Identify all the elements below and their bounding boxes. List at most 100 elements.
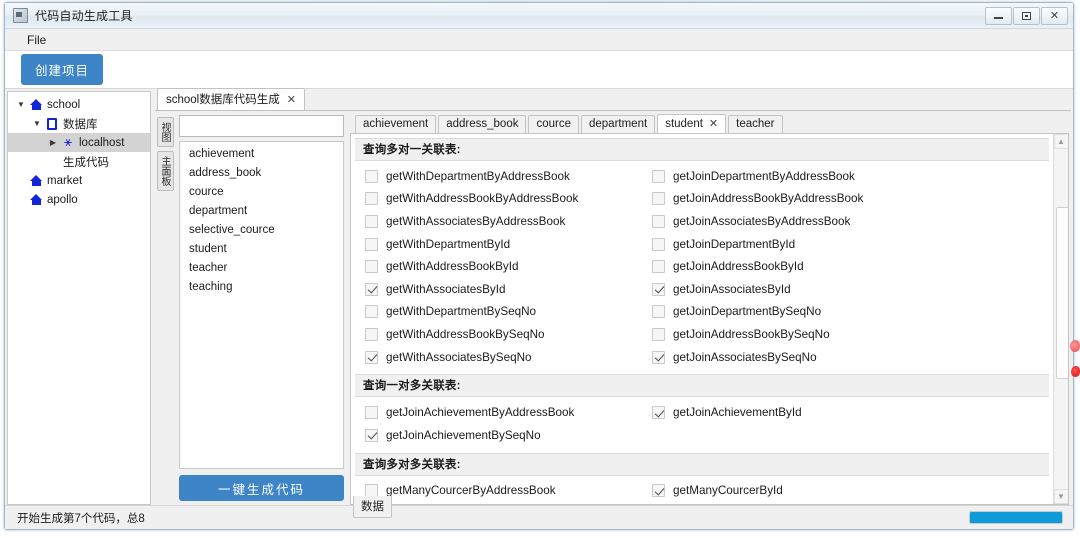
checkbox[interactable] (652, 237, 665, 251)
checkbox-row-getWithAssociatesById[interactable]: getWithAssociatesById (365, 278, 652, 301)
tab-teacher[interactable]: teacher (728, 115, 783, 133)
tab-label: address_book (446, 118, 519, 130)
close-icon[interactable]: ✕ (709, 117, 718, 130)
checkbox-label: getManyCourcerByAddressBook (386, 484, 556, 498)
checkbox-row-getWithAddressBookById[interactable]: getWithAddressBookById (365, 255, 652, 278)
vertical-tab-0[interactable]: 视图 (157, 117, 174, 147)
checkbox[interactable] (652, 260, 665, 274)
checkbox-row-getJoinAddressBookById[interactable]: getJoinAddressBookById (652, 255, 1053, 278)
checkbox-row-getManyCourcerById[interactable]: getManyCourcerById (652, 480, 1053, 503)
close-icon[interactable]: ✕ (287, 93, 296, 106)
checkbox-row-getJoinDepartmentBySeqNo[interactable]: getJoinDepartmentBySeqNo (652, 301, 1053, 324)
checkbox-row-getJoinAddressBookByAddressBook[interactable]: getJoinAddressBookByAddressBook (652, 188, 1053, 211)
menu-item-file[interactable]: File (19, 31, 54, 49)
table-search-input[interactable] (179, 115, 344, 137)
checkbox-row-getWithAssociatesByAddressBook[interactable]: getWithAssociatesByAddressBook (365, 210, 652, 233)
checkbox[interactable] (652, 214, 665, 228)
list-item[interactable]: teacher (180, 258, 343, 277)
maximize-icon (1022, 11, 1031, 20)
progress-bar-fill (970, 512, 1062, 523)
tab-cource[interactable]: cource (528, 115, 579, 133)
tree-item-localhost[interactable]: ▶ ⚹ localhost (8, 133, 150, 152)
list-item[interactable]: student (180, 239, 343, 258)
checkbox-grid: getWithDepartmentByAddressBook getJoinDep… (351, 165, 1053, 374)
tab-address_book[interactable]: address_book (438, 115, 527, 133)
checkbox-row-getJoinDepartmentByAddressBook[interactable]: getJoinDepartmentByAddressBook (652, 165, 1053, 188)
close-button[interactable]: ✕ (1041, 6, 1068, 25)
list-item[interactable]: department (180, 201, 343, 220)
checkbox-row-getWithAddressBookByAddressBook[interactable]: getWithAddressBookByAddressBook (365, 188, 652, 211)
tree-item-数据库[interactable]: ▼ 数据库 (8, 114, 150, 133)
checkbox[interactable] (365, 260, 378, 274)
checkbox[interactable] (365, 192, 378, 206)
checkbox-label: getWithAssociatesById (386, 282, 506, 296)
checkbox[interactable] (365, 350, 378, 364)
checkbox-row-getWithAddressBookBySeqNo[interactable]: getWithAddressBookBySeqNo (365, 323, 652, 346)
checkbox[interactable] (652, 169, 665, 183)
checkbox-row-getWithDepartmentBySeqNo[interactable]: getWithDepartmentBySeqNo (365, 301, 652, 324)
chevron-right-icon[interactable]: ▶ (46, 138, 60, 147)
checkbox-row-getWithDepartmentById[interactable]: getWithDepartmentById (365, 233, 652, 256)
method-vertical-scrollbar[interactable]: ▲ ▼ (1053, 134, 1068, 504)
checkbox[interactable] (652, 305, 665, 319)
list-item[interactable]: cource (180, 182, 343, 201)
tab-achievement[interactable]: achievement (355, 115, 437, 133)
scroll-up-icon[interactable]: ▲ (1053, 134, 1068, 149)
checkbox-row-getJoinDepartmentById[interactable]: getJoinDepartmentById (652, 233, 1053, 256)
bottom-tab-data[interactable]: 数据 (353, 496, 392, 518)
checkbox[interactable] (365, 214, 378, 228)
checkbox-label: getJoinAssociatesById (673, 282, 791, 296)
tree-item-apollo[interactable]: apollo (8, 190, 150, 209)
create-project-button[interactable]: 创建项目 (21, 54, 104, 85)
checkbox[interactable] (365, 327, 378, 341)
tree-item-label: 生成代码 (63, 156, 109, 169)
checkbox[interactable] (652, 192, 665, 206)
checkbox[interactable] (365, 237, 378, 251)
checkbox[interactable] (652, 484, 665, 498)
status-text: 开始生成第7个代码，总8 (17, 512, 145, 525)
checkbox[interactable] (365, 282, 378, 296)
list-item[interactable]: achievement (180, 144, 343, 163)
checkbox[interactable] (652, 282, 665, 296)
checkbox-row-getJoinAchievementByAddressBook[interactable]: getJoinAchievementByAddressBook (365, 401, 652, 424)
maximize-button[interactable] (1013, 6, 1040, 25)
tab-department[interactable]: department (581, 115, 656, 133)
checkbox-row-getManyCourcerByAddressBook[interactable]: getManyCourcerByAddressBook (365, 480, 652, 503)
list-item[interactable]: teaching (180, 277, 343, 296)
house-icon (28, 98, 44, 111)
checkbox[interactable] (365, 305, 378, 319)
tab-student[interactable]: student ✕ (657, 114, 727, 133)
checkbox-row-getJoinAssociatesById[interactable]: getJoinAssociatesById (652, 278, 1053, 301)
checkbox-row-getJoinAssociatesByAddressBook[interactable]: getJoinAssociatesByAddressBook (652, 210, 1053, 233)
table-list[interactable]: achievement address_book cource department s… (179, 141, 344, 469)
minimize-button[interactable] (985, 6, 1012, 25)
checkbox-row-getJoinAchievementById[interactable]: getJoinAchievementById (652, 401, 1053, 424)
chevron-down-icon[interactable]: ▼ (14, 100, 28, 109)
red-marker-upper (1070, 340, 1080, 352)
vertical-tab-1[interactable]: 主面板 (157, 151, 174, 191)
scrollbar-track[interactable] (1054, 149, 1068, 489)
scroll-down-icon[interactable]: ▼ (1053, 489, 1068, 504)
checkbox-row-getWithAssociatesBySeqNo[interactable]: getWithAssociatesBySeqNo (365, 346, 652, 369)
checkbox-row-getJoinAssociatesBySeqNo[interactable]: getJoinAssociatesBySeqNo (652, 346, 1053, 369)
checkbox[interactable] (365, 406, 378, 420)
checkbox-row-getWithDepartmentByAddressBook[interactable]: getWithDepartmentByAddressBook (365, 165, 652, 188)
generate-code-button[interactable]: 一键生成代码 (179, 475, 344, 501)
tree-item-school[interactable]: ▼ school (8, 95, 150, 114)
list-item[interactable]: selective_cource (180, 220, 343, 239)
checkbox[interactable] (652, 350, 665, 364)
scrollbar-thumb[interactable] (1055, 207, 1068, 379)
checkbox[interactable] (365, 428, 378, 442)
document-tab-school[interactable]: school数据库代码生成 ✕ (157, 88, 305, 110)
chevron-down-icon[interactable]: ▼ (30, 119, 44, 128)
tree-item-market[interactable]: market (8, 171, 150, 190)
checkbox-row-getJoinAddressBookBySeqNo[interactable]: getJoinAddressBookBySeqNo (652, 323, 1053, 346)
list-item[interactable]: address_book (180, 163, 343, 182)
checkbox-row-getJoinAchievementBySeqNo[interactable]: getJoinAchievementBySeqNo (365, 424, 652, 447)
tree-item-生成代码[interactable]: 生成代码 (8, 152, 150, 171)
checkbox[interactable] (365, 169, 378, 183)
checkbox[interactable] (652, 406, 665, 420)
checkbox-label: getJoinDepartmentBySeqNo (673, 305, 822, 319)
checkbox-label: getJoinAssociatesByAddressBook (673, 214, 851, 228)
checkbox[interactable] (652, 327, 665, 341)
